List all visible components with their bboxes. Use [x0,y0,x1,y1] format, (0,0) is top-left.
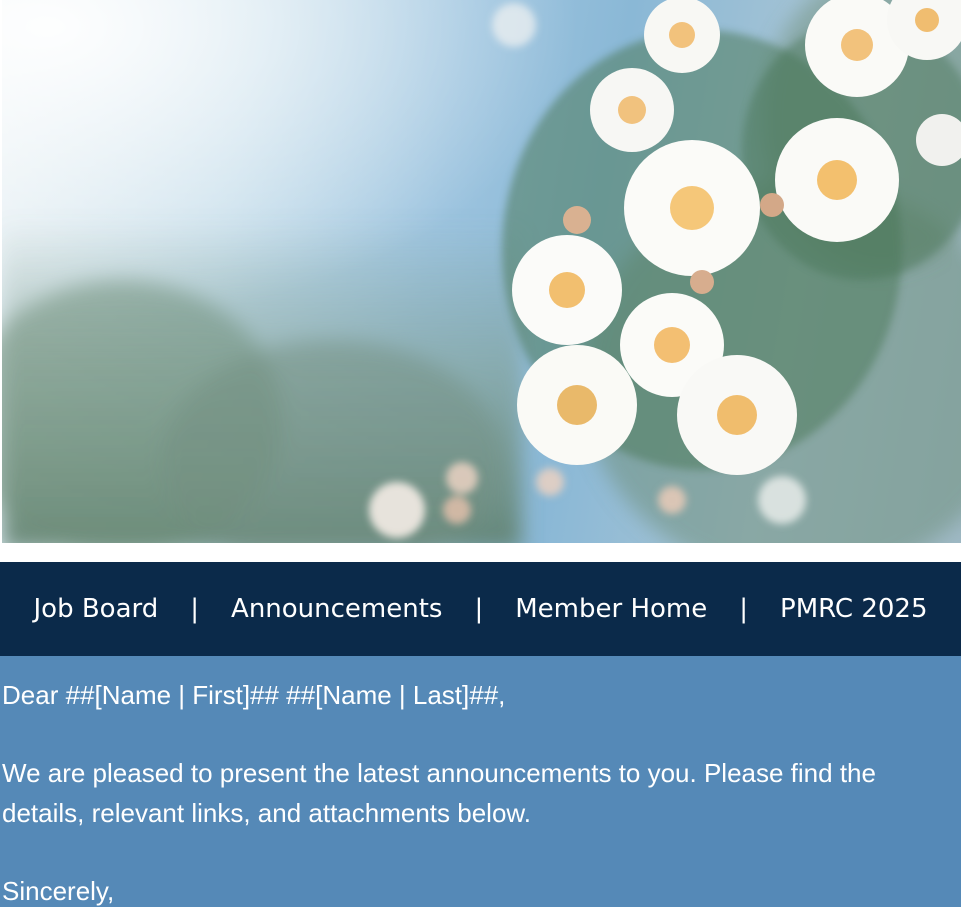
nav-separator: | [474,594,484,624]
hero-banner-image [2,0,961,543]
body-text: We are pleased to present the latest ann… [2,758,876,828]
nav-announcements[interactable]: Announcements [231,594,442,624]
email-body: Dear ##[Name | First]## ##[Name | Last]#… [0,656,961,907]
nav-pmrc-2025[interactable]: PMRC 2025 [780,594,927,624]
greeting-text: Dear ##[Name | First]## ##[Name | Last]#… [2,680,506,710]
nav-separator: | [739,594,749,624]
nav-separator: | [190,594,200,624]
nav-job-board[interactable]: Job Board [34,594,159,624]
nav-member-home[interactable]: Member Home [515,594,707,624]
top-nav: Job Board | Announcements | Member Home … [0,562,961,656]
closing-text: Sincerely, [2,876,115,906]
